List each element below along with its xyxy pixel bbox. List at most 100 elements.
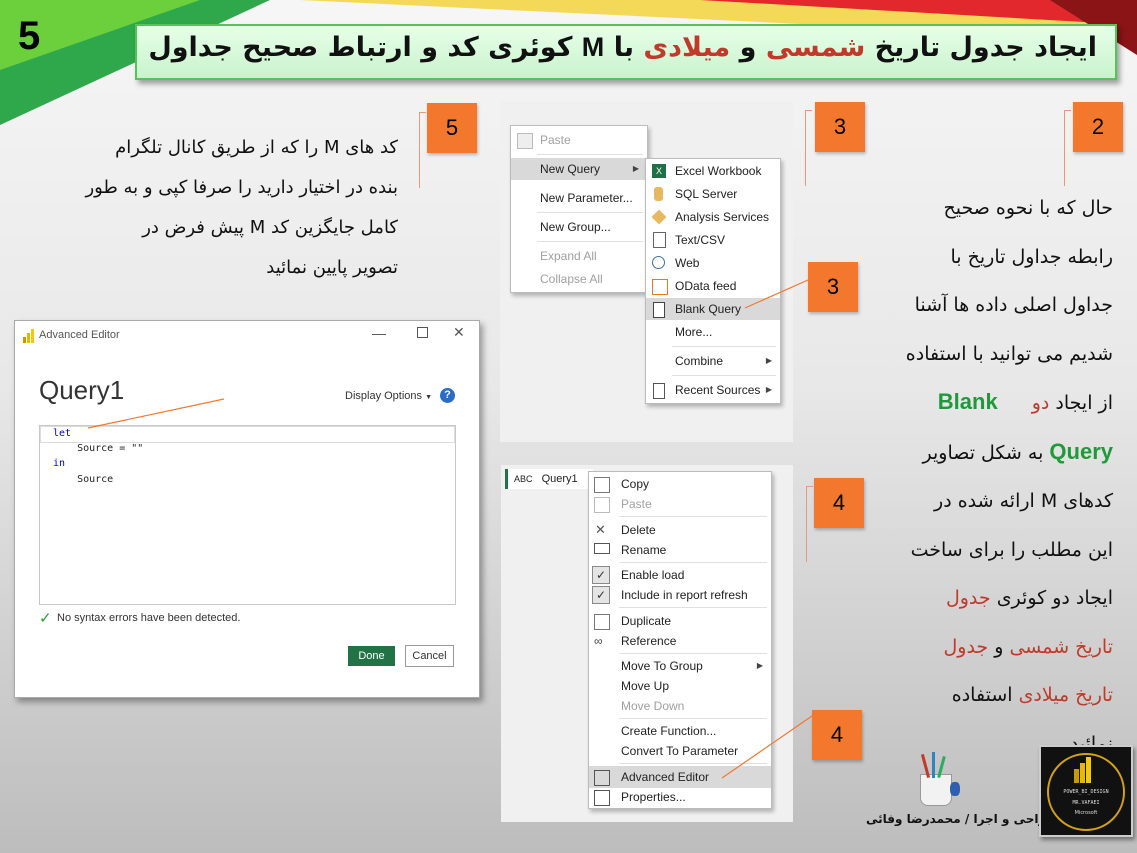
title-banner: ایجاد جدول تاریخ شمسی و میلادی با M کوئر… (135, 24, 1117, 80)
page-title: ایجاد جدول تاریخ شمسی و میلادی با M کوئر… (148, 32, 1097, 63)
check-icon: ✓ (39, 610, 52, 627)
brand-logo: POWER_BI_DESIGN MR.VAFAEI Microsoft (1039, 745, 1133, 837)
menu-collapse-all[interactable]: Collapse All (511, 268, 647, 290)
step-badge-3: 3 (815, 102, 865, 152)
odata-icon (652, 279, 668, 295)
ctx-duplicate[interactable]: Duplicate (589, 610, 771, 632)
syntax-status: No syntax errors have been detected. (57, 612, 241, 624)
done-button[interactable]: Done (348, 646, 395, 666)
menu-new-query[interactable]: New Query ▶ (511, 158, 647, 180)
step-badge-4: 4 (814, 478, 864, 528)
document-icon (653, 232, 666, 248)
submenu-web[interactable]: Web (646, 252, 780, 274)
bracket-3 (805, 110, 812, 186)
submenu-odata-feed[interactable]: OData feed (646, 275, 780, 297)
submenu-sql-server[interactable]: SQL Server (646, 183, 780, 205)
instructions-right: حال که با نحوه صحیح رابطه جداول تاریخ با… (905, 197, 1113, 755)
ctx-convert-to-parameter[interactable]: Convert To Parameter (589, 740, 771, 762)
query-title: Query1 (39, 375, 125, 405)
chevron-down-icon: ▼ (425, 394, 433, 401)
ctx-paste[interactable]: Paste (589, 493, 771, 515)
ctx-copy[interactable]: Copy (589, 473, 771, 495)
advanced-editor-dialog: Advanced Editor — ✕ Query1 Display Optio… (14, 320, 480, 698)
submenu-arrow-icon: ▶ (765, 385, 772, 394)
power-bi-icon (23, 329, 35, 343)
editor-icon (594, 770, 610, 786)
submenu-arrow-icon: ▶ (765, 356, 772, 365)
submenu-text-csv[interactable]: Text/CSV (646, 229, 780, 251)
ctx-delete[interactable]: ✕ Delete (589, 519, 771, 541)
queries-context-menu: Paste New Query ▶ New Parameter... New Gr… (510, 125, 648, 293)
display-options-dropdown[interactable]: Display Options ▼ (345, 390, 432, 402)
menu-new-parameter[interactable]: New Parameter... (511, 187, 647, 209)
code-line-4: Source (53, 474, 114, 485)
maximize-icon[interactable] (417, 327, 428, 338)
logo-line1: POWER_BI_DESIGN (1063, 789, 1109, 795)
minimize-icon[interactable]: — (372, 325, 386, 341)
code-line-2: Source = "" (53, 443, 144, 454)
instructions-left: کد های M را که از طریق کانال تلگرام بنده… (85, 137, 398, 278)
logo-line3: Microsoft (1074, 810, 1098, 816)
rename-icon (594, 543, 610, 554)
cancel-button[interactable]: Cancel (405, 645, 454, 667)
checkbox-checked-icon: ✓ (592, 566, 610, 584)
help-icon[interactable]: ? (440, 388, 455, 403)
new-query-submenu: X Excel Workbook SQL Server Analysis Serv… (645, 158, 781, 404)
abc-type-icon: ABC (514, 474, 533, 484)
paste-icon (517, 133, 533, 149)
ctx-enable-load[interactable]: ✓ Enable load (589, 564, 771, 586)
ctx-advanced-editor[interactable]: Advanced Editor (589, 766, 771, 788)
menu-expand-all[interactable]: Expand All (511, 245, 647, 267)
delete-icon: ✕ (595, 522, 606, 537)
submenu-excel-workbook[interactable]: X Excel Workbook (646, 160, 780, 182)
code-line-1: let (53, 428, 72, 439)
submenu-arrow-icon: ▶ (756, 661, 763, 670)
bracket-2 (1064, 110, 1071, 186)
ctx-move-down[interactable]: Move Down (589, 695, 771, 717)
submenu-combine[interactable]: Combine ▶ (646, 350, 780, 372)
ctx-reference[interactable]: ∞ Reference (589, 630, 771, 652)
submenu-more[interactable]: More... (646, 321, 780, 343)
ctx-move-up[interactable]: Move Up (589, 675, 771, 697)
new-query-screenshot: Paste New Query ▶ New Parameter... New Gr… (500, 101, 793, 442)
close-icon[interactable]: ✕ (453, 324, 465, 341)
submenu-recent-sources[interactable]: Recent Sources ▶ (646, 379, 780, 401)
cube-icon (651, 209, 667, 225)
recent-icon (653, 383, 665, 399)
ctx-create-function[interactable]: Create Function... (589, 720, 771, 742)
query-context-screenshot: ABC Query1 Copy Paste ✕ Delete Rename ✓ En… (501, 465, 793, 822)
blank-query-icon (653, 302, 665, 318)
ctx-move-to-group[interactable]: Move To Group ▶ (589, 655, 771, 677)
submenu-arrow-icon: ▶ (632, 164, 639, 173)
logo-line2: MR.VAFAEI (1072, 800, 1100, 806)
step-badge-5: 5 (427, 103, 477, 153)
globe-icon (652, 256, 665, 269)
submenu-analysis-services[interactable]: Analysis Services (646, 206, 780, 228)
bracket-5 (419, 112, 426, 188)
copy-icon (594, 477, 610, 493)
window-title: Advanced Editor (39, 329, 120, 341)
ctx-properties[interactable]: Properties... (589, 786, 771, 808)
step-badge-3-blank-query: 3 (808, 262, 858, 312)
ctx-rename[interactable]: Rename (589, 539, 771, 561)
menu-new-group[interactable]: New Group... (511, 216, 647, 238)
checkbox-checked-icon: ✓ (592, 586, 610, 604)
designer-icon (910, 752, 962, 808)
code-editor[interactable]: let Source = "" in Source (39, 425, 456, 605)
bracket-4 (806, 486, 813, 562)
page-number: 5 (18, 14, 41, 58)
step-badge-2: 2 (1073, 102, 1123, 152)
database-icon (654, 187, 663, 201)
properties-icon (594, 790, 610, 806)
excel-icon: X (652, 164, 666, 178)
ctx-include-refresh[interactable]: ✓ Include in report refresh (589, 584, 771, 606)
submenu-blank-query[interactable]: Blank Query (646, 298, 780, 320)
query-context-menu: Copy Paste ✕ Delete Rename ✓ Enable load ✓… (588, 471, 772, 809)
duplicate-icon (594, 614, 610, 630)
paste-icon (594, 497, 610, 513)
menu-paste[interactable]: Paste (511, 129, 647, 151)
step-badge-4-advanced-editor: 4 (812, 710, 862, 760)
link-icon: ∞ (594, 634, 603, 648)
code-line-3: in (53, 458, 66, 469)
query1-item[interactable]: ABC Query1 (505, 469, 593, 489)
